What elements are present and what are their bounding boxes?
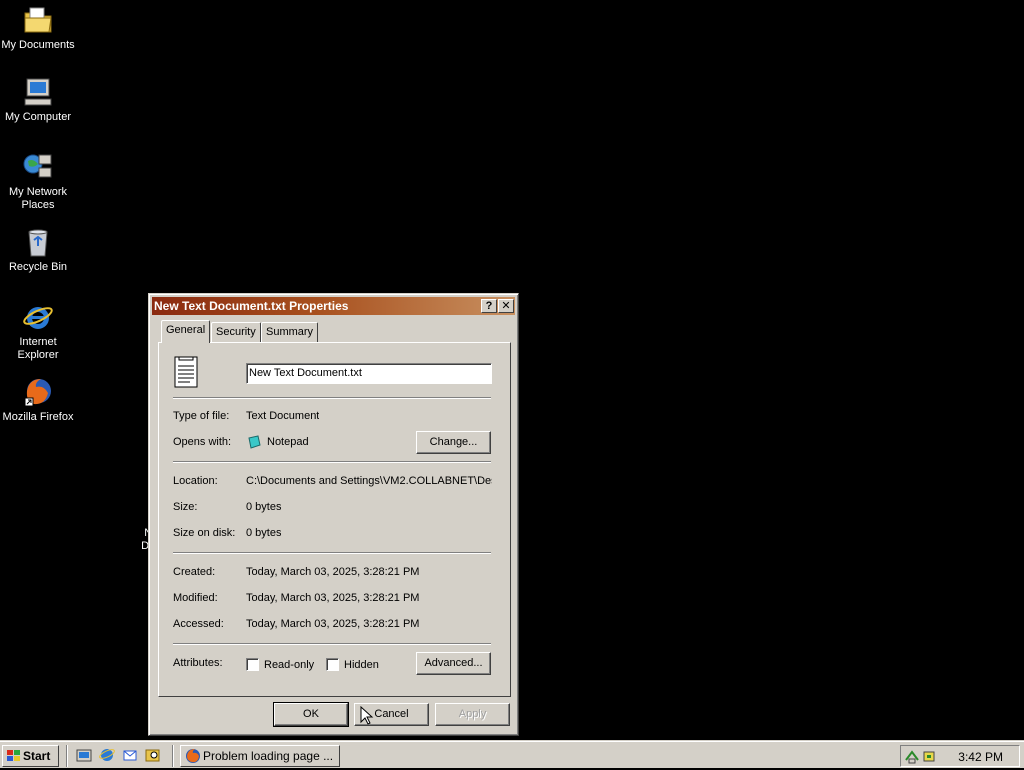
location-label: Location: bbox=[173, 475, 218, 487]
taskbar-button-firefox[interactable]: Problem loading page ... bbox=[180, 745, 340, 767]
mouse-cursor-icon bbox=[360, 705, 374, 726]
attributes-label: Attributes: bbox=[173, 657, 223, 669]
start-button[interactable]: Start bbox=[2, 745, 59, 767]
desktop-icon-label: Recycle Bin bbox=[8, 261, 68, 273]
help-button[interactable]: ? bbox=[481, 299, 497, 313]
desktop-icon-mozilla-firefox[interactable]: Mozilla Firefox bbox=[0, 376, 76, 424]
size-value: 0 bytes bbox=[246, 501, 282, 513]
dialog-title: New Text Document.txt Properties bbox=[154, 299, 349, 313]
divider bbox=[173, 397, 491, 399]
close-button[interactable]: ✕ bbox=[498, 299, 514, 313]
desktop-icon-label: Internet Explorer bbox=[17, 336, 59, 361]
taskbar: Start Problem loading page ... 3:42 PM bbox=[0, 740, 1024, 768]
windows-logo-icon bbox=[6, 749, 22, 769]
dialog-titlebar[interactable]: New Text Document.txt Properties ? ✕ bbox=[152, 297, 515, 315]
outlook-express-icon[interactable] bbox=[122, 747, 140, 763]
location-value: C:\Documents and Settings\VM2.COLLABNET\… bbox=[246, 475, 492, 487]
show-desktop-icon[interactable] bbox=[76, 747, 94, 763]
desktop-icon-label: My Documents bbox=[1, 39, 75, 51]
volume-icon[interactable] bbox=[922, 748, 938, 767]
internet-explorer-icon[interactable] bbox=[99, 747, 117, 763]
properties-dialog: New Text Document.txt Properties ? ✕ Gen… bbox=[148, 293, 519, 736]
taskbar-button-label: Problem loading page ... bbox=[203, 749, 334, 763]
ok-button[interactable]: OK bbox=[273, 702, 349, 727]
created-label: Created: bbox=[173, 566, 216, 578]
desktop-icon-internet-explorer[interactable]: Internet Explorer bbox=[0, 301, 76, 362]
hidden-label: Hidden bbox=[344, 659, 379, 671]
tab-summary[interactable]: Summary bbox=[261, 322, 319, 342]
notepad-icon bbox=[246, 434, 262, 453]
folder-documents-icon bbox=[22, 4, 54, 36]
internet-explorer-icon bbox=[22, 301, 54, 333]
divider bbox=[173, 461, 491, 463]
change-button[interactable]: Change... bbox=[416, 431, 491, 454]
system-tray: 3:42 PM bbox=[900, 745, 1020, 767]
advanced-button[interactable]: Advanced... bbox=[416, 652, 491, 675]
apply-button[interactable]: Apply bbox=[435, 703, 510, 726]
computer-icon bbox=[22, 76, 54, 108]
general-panel: New Text Document.txt Type of file: Text… bbox=[158, 342, 511, 697]
desktop-icon-recycle-bin[interactable]: Recycle Bin bbox=[0, 226, 76, 274]
accessed-value: Today, March 03, 2025, 3:28:21 PM bbox=[246, 618, 420, 630]
size-on-disk-label: Size on disk: bbox=[173, 527, 236, 539]
read-only-checkbox[interactable] bbox=[246, 658, 259, 671]
clock[interactable]: 3:42 PM bbox=[958, 750, 1003, 764]
desktop-icon-my-documents[interactable]: My Documents bbox=[0, 4, 76, 52]
desktop-icon-my-computer[interactable]: My Computer bbox=[0, 76, 76, 124]
start-label: Start bbox=[23, 749, 51, 763]
desktop-icon-label: My Computer bbox=[4, 111, 72, 123]
firefox-icon bbox=[185, 748, 201, 770]
network-icon bbox=[22, 151, 54, 183]
desktop-icon-my-network-places[interactable]: My Network Places bbox=[0, 151, 76, 212]
divider bbox=[173, 552, 491, 554]
explorer-search-icon[interactable] bbox=[145, 747, 163, 763]
opens-with-value: Notepad bbox=[267, 436, 309, 448]
read-only-label: Read-only bbox=[264, 659, 315, 671]
accessed-label: Accessed: bbox=[173, 618, 224, 630]
firefox-icon bbox=[22, 376, 54, 408]
desktop-icon-label: My Network Places bbox=[8, 186, 68, 211]
hidden-checkbox[interactable] bbox=[326, 658, 339, 671]
modified-label: Modified: bbox=[173, 592, 218, 604]
divider bbox=[172, 745, 174, 767]
file-name-field[interactable]: New Text Document.txt bbox=[246, 363, 492, 384]
text-file-icon bbox=[174, 356, 200, 388]
divider bbox=[66, 745, 68, 767]
modified-value: Today, March 03, 2025, 3:28:21 PM bbox=[246, 592, 420, 604]
tab-general[interactable]: General bbox=[161, 320, 211, 343]
network-status-icon[interactable] bbox=[904, 748, 920, 767]
recycle-bin-icon bbox=[22, 226, 54, 258]
type-of-file-label: Type of file: bbox=[173, 410, 230, 422]
desktop-icon-label: Mozilla Firefox bbox=[2, 411, 74, 423]
opens-with-label: Opens with: bbox=[173, 436, 232, 448]
type-of-file-value: Text Document bbox=[246, 410, 320, 422]
divider bbox=[173, 643, 491, 645]
size-label: Size: bbox=[173, 501, 198, 513]
tab-security[interactable]: Security bbox=[211, 322, 261, 342]
size-on-disk-value: 0 bytes bbox=[246, 527, 282, 539]
created-value: Today, March 03, 2025, 3:28:21 PM bbox=[246, 566, 420, 578]
